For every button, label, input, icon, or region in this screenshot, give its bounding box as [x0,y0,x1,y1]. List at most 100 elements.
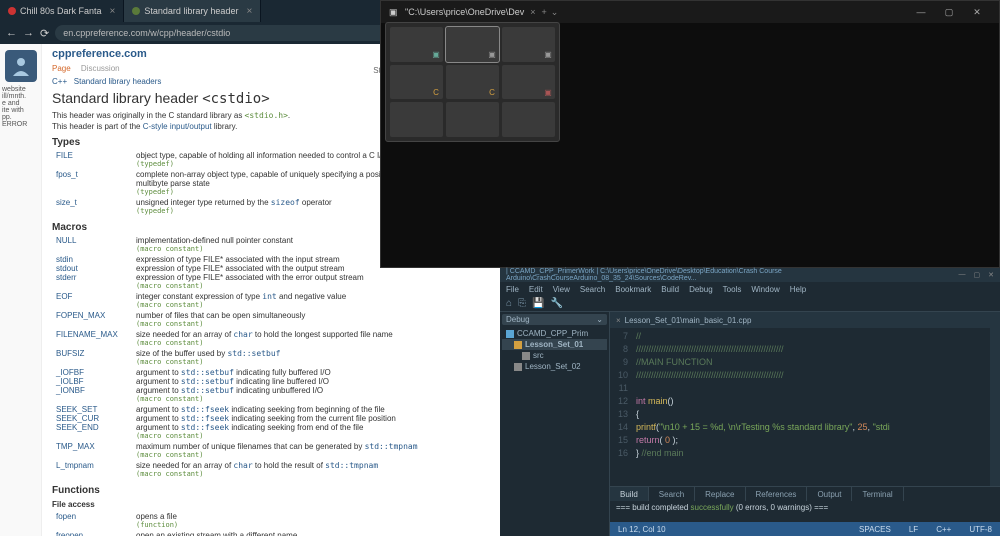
sidebar-text: ite with [2,107,39,114]
api-link[interactable]: size_t [56,198,77,207]
tree-item[interactable]: Lesson_Set_02 [502,361,607,372]
api-link[interactable]: fopen [56,512,76,521]
menu-search[interactable]: Search [580,285,605,294]
switcher-thumbnail[interactable] [446,102,499,137]
bottom-tabs[interactable]: BuildSearchReplaceReferencesOutputTermin… [610,487,1000,501]
config-dropdown[interactable]: Debug⌄ [502,314,607,325]
switcher-thumbnail[interactable]: C [390,65,443,100]
term-close[interactable]: ✕ [963,2,991,22]
tab-add-icon[interactable]: + [542,7,547,17]
tab-dropdown-icon[interactable]: ⌄ [551,7,559,18]
bottom-panel: BuildSearchReplaceReferencesOutputTermin… [610,486,1000,522]
section-file-access: File access [52,500,490,509]
menu-help[interactable]: Help [790,285,806,294]
forward-button[interactable]: → [23,27,34,39]
api-link[interactable]: FOPEN_MAX [56,311,105,320]
bottom-tab-output[interactable]: Output [807,487,852,501]
ide-titlebar[interactable]: | CCAMD_CPP_PrimerWork | C:\Users\price\… [500,268,1000,282]
tab-close-icon[interactable]: × [616,316,621,325]
api-link[interactable]: BUFSIZ [56,349,84,358]
switcher-thumbnail[interactable] [390,102,443,137]
tree-item[interactable]: Lesson_Set_01 [502,339,607,350]
build-output: === build completed successfully (0 erro… [610,501,1000,514]
switcher-thumbnail[interactable]: ▣ [502,27,555,62]
crumb-headers[interactable]: Standard library headers [74,77,162,86]
bottom-tab-search[interactable]: Search [649,487,695,501]
api-link[interactable]: freopen [56,531,83,536]
bottom-tab-references[interactable]: References [746,487,808,501]
tab-close-icon[interactable]: × [530,7,535,17]
back-button[interactable]: ← [6,27,17,39]
menu-bookmark[interactable]: Bookmark [615,285,651,294]
home-icon[interactable]: ⌂ [506,298,512,309]
browser-tab[interactable]: Chill 80s Dark Fanta× [0,0,124,22]
menu-file[interactable]: File [506,285,519,294]
menu-view[interactable]: View [553,285,570,294]
ide-toolbar: ⌂ ⎘ 💾 🔧 [500,296,1000,312]
ide-minimize[interactable]: — [959,271,966,279]
close-icon[interactable]: × [110,6,116,17]
menu-build[interactable]: Build [661,285,679,294]
tab-discussion[interactable]: Discussion [81,64,120,73]
app-icon: ▣ [431,50,441,60]
status-lf[interactable]: LF [909,525,918,534]
tree-item[interactable]: src [502,350,607,361]
close-icon[interactable]: × [246,6,252,17]
status-pos[interactable]: Ln 12, Col 10 [618,525,666,534]
task-switcher[interactable]: ▣▣▣CC▣ [385,22,560,142]
bottom-tab-build[interactable]: Build [610,487,649,501]
switcher-thumbnail[interactable]: ▣ [502,65,555,100]
editor-tab[interactable]: × Lesson_Set_01\main_basic_01.cpp [610,312,1000,328]
browser-tab[interactable]: Standard library header × [124,0,261,22]
api-link[interactable]: SEEK_SET [56,405,97,414]
io-lib-link[interactable]: C-style input/output [143,122,212,131]
api-link[interactable]: _IOFBF [56,368,84,377]
api-link[interactable]: FILE [56,151,73,160]
save-icon[interactable]: 💾 [532,298,544,309]
bottom-tab-replace[interactable]: Replace [695,487,745,501]
api-link[interactable]: EOF [56,292,72,301]
menu-debug[interactable]: Debug [689,285,713,294]
menu-tools[interactable]: Tools [723,285,742,294]
api-link[interactable]: SEEK_END [56,423,99,432]
code-editor[interactable]: 78910111213141516 //////////////////////… [610,328,1000,486]
api-link[interactable]: FILENAME_MAX [56,330,118,339]
api-link[interactable]: TMP_MAX [56,442,95,451]
code-area[interactable]: ////////////////////////////////////////… [632,328,990,486]
api-link[interactable]: stdin [56,255,73,264]
api-link[interactable]: fpos_t [56,170,78,179]
switcher-thumbnail[interactable] [502,102,555,137]
project-sidebar: Debug⌄ CCAMD_CPP_PrimLesson_Set_01srcLes… [500,312,610,536]
site-logo[interactable] [5,50,37,82]
reload-button[interactable]: ⟳ [40,27,49,40]
api-link[interactable]: _IONBF [56,386,85,395]
term-maximize[interactable]: ▢ [935,2,963,22]
ide-close[interactable]: ✕ [988,271,994,279]
switcher-thumbnail[interactable]: ▣ [390,27,443,62]
tree-item[interactable]: CCAMD_CPP_Prim [502,328,607,339]
api-link[interactable]: L_tmpnam [56,461,94,470]
switcher-thumbnail[interactable]: ▣ [446,27,499,62]
status-enc[interactable]: UTF-8 [969,525,992,534]
term-minimize[interactable]: — [907,2,935,22]
tools-icon[interactable]: 🔧 [551,298,563,309]
api-link[interactable]: _IOLBF [56,377,84,386]
api-link[interactable]: SEEK_CUR [56,414,99,423]
status-lang[interactable]: C++ [936,525,951,534]
switcher-thumbnail[interactable]: C [446,65,499,100]
status-spaces[interactable]: SPACES [859,525,891,534]
ide-maximize[interactable]: ▢ [974,271,981,279]
app-icon: ▣ [487,50,497,60]
tab-page[interactable]: Page [52,64,71,73]
api-link[interactable]: stdout [56,264,78,273]
menu-window[interactable]: Window [751,285,779,294]
open-icon[interactable]: ⎘ [518,298,526,309]
minimap[interactable] [990,328,1000,486]
terminal-titlebar[interactable]: ▣ "C:\Users\price\OneDrive\Dev × + ⌄ — ▢… [381,1,999,23]
api-link[interactable]: NULL [56,236,76,245]
ide-menu[interactable]: File Edit View Search Bookmark Build Debug Tool… [500,282,1000,296]
crumb-cpp[interactable]: C++ [52,77,67,86]
bottom-tab-terminal[interactable]: Terminal [852,487,903,501]
api-link[interactable]: stderr [56,273,76,282]
menu-edit[interactable]: Edit [529,285,543,294]
